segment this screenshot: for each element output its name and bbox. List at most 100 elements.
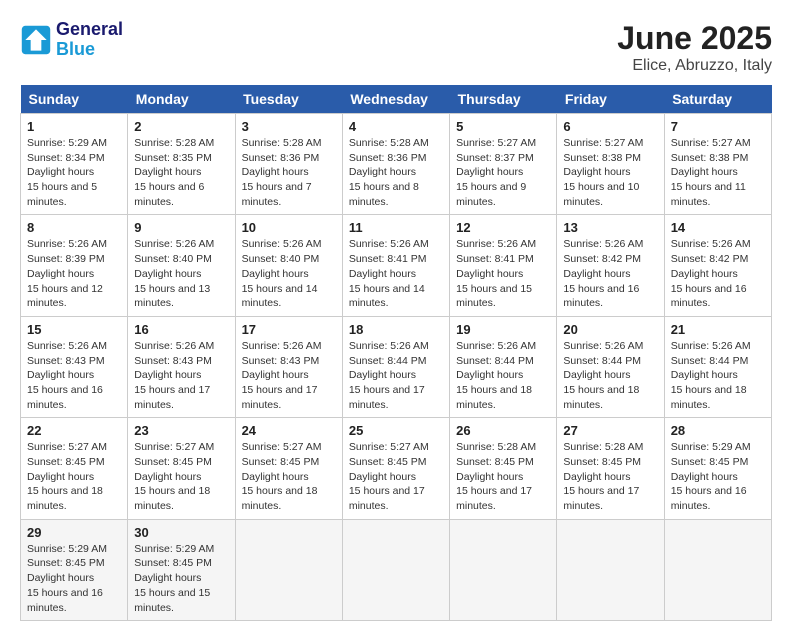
- cell-info: Sunrise: 5:27 AMSunset: 8:45 PMDaylight …: [242, 440, 336, 513]
- day-number: 9: [134, 220, 228, 235]
- day-number: 24: [242, 423, 336, 438]
- day-number: 10: [242, 220, 336, 235]
- calendar-cell: 6 Sunrise: 5:27 AMSunset: 8:38 PMDaylight…: [557, 114, 664, 215]
- cell-info: Sunrise: 5:26 AMSunset: 8:44 PMDaylight …: [456, 339, 550, 412]
- calendar-cell: 15 Sunrise: 5:26 AMSunset: 8:43 PMDayligh…: [21, 316, 128, 417]
- calendar-cell: 26 Sunrise: 5:28 AMSunset: 8:45 PMDayligh…: [450, 418, 557, 519]
- day-number: 3: [242, 119, 336, 134]
- day-number: 2: [134, 119, 228, 134]
- day-number: 13: [563, 220, 657, 235]
- logo-icon: [20, 24, 52, 56]
- col-header-saturday: Saturday: [664, 85, 771, 114]
- day-number: 17: [242, 322, 336, 337]
- cell-info: Sunrise: 5:27 AMSunset: 8:45 PMDaylight …: [349, 440, 443, 513]
- calendar-cell: [557, 519, 664, 620]
- logo: General Blue: [20, 20, 123, 60]
- cell-info: Sunrise: 5:26 AMSunset: 8:39 PMDaylight …: [27, 237, 121, 310]
- day-number: 7: [671, 119, 765, 134]
- day-number: 1: [27, 119, 121, 134]
- cell-info: Sunrise: 5:26 AMSunset: 8:41 PMDaylight …: [456, 237, 550, 310]
- col-header-monday: Monday: [128, 85, 235, 114]
- cell-info: Sunrise: 5:26 AMSunset: 8:40 PMDaylight …: [134, 237, 228, 310]
- day-number: 14: [671, 220, 765, 235]
- day-number: 28: [671, 423, 765, 438]
- calendar-cell: 14 Sunrise: 5:26 AMSunset: 8:42 PMDayligh…: [664, 215, 771, 316]
- calendar-cell: 1 Sunrise: 5:29 AMSunset: 8:34 PMDaylight…: [21, 114, 128, 215]
- calendar-week-5: 29Sunrise: 5:29 AMSunset: 8:45 PMDayligh…: [21, 519, 772, 620]
- cell-info: Sunrise: 5:29 AMSunset: 8:45 PMDaylight …: [134, 542, 228, 615]
- cell-info: Sunrise: 5:28 AMSunset: 8:36 PMDaylight …: [242, 136, 336, 209]
- calendar-cell: 19Sunrise: 5:26 AMSunset: 8:44 PMDayligh…: [450, 316, 557, 417]
- cell-info: Sunrise: 5:26 AMSunset: 8:43 PMDaylight …: [27, 339, 121, 412]
- col-header-thursday: Thursday: [450, 85, 557, 114]
- day-number: 25: [349, 423, 443, 438]
- cell-info: Sunrise: 5:27 AMSunset: 8:45 PMDaylight …: [134, 440, 228, 513]
- calendar-cell: 4 Sunrise: 5:28 AMSunset: 8:36 PMDaylight…: [342, 114, 449, 215]
- col-header-friday: Friday: [557, 85, 664, 114]
- logo-text: General Blue: [56, 20, 123, 60]
- page-header: General Blue June 2025 Elice, Abruzzo, I…: [20, 20, 772, 75]
- calendar-cell: [235, 519, 342, 620]
- col-header-wednesday: Wednesday: [342, 85, 449, 114]
- day-number: 18: [349, 322, 443, 337]
- col-header-tuesday: Tuesday: [235, 85, 342, 114]
- day-number: 30: [134, 525, 228, 540]
- cell-info: Sunrise: 5:26 AMSunset: 8:42 PMDaylight …: [563, 237, 657, 310]
- location: Elice, Abruzzo, Italy: [617, 57, 772, 75]
- day-number: 26: [456, 423, 550, 438]
- cell-info: Sunrise: 5:26 AMSunset: 8:44 PMDaylight …: [349, 339, 443, 412]
- calendar-cell: [664, 519, 771, 620]
- cell-info: Sunrise: 5:26 AMSunset: 8:44 PMDaylight …: [563, 339, 657, 412]
- calendar-week-2: 8 Sunrise: 5:26 AMSunset: 8:39 PMDaylight…: [21, 215, 772, 316]
- calendar-cell: 13 Sunrise: 5:26 AMSunset: 8:42 PMDayligh…: [557, 215, 664, 316]
- calendar-cell: 25 Sunrise: 5:27 AMSunset: 8:45 PMDayligh…: [342, 418, 449, 519]
- calendar-cell: 21Sunrise: 5:26 AMSunset: 8:44 PMDayligh…: [664, 316, 771, 417]
- calendar-cell: 24 Sunrise: 5:27 AMSunset: 8:45 PMDayligh…: [235, 418, 342, 519]
- calendar-cell: 10Sunrise: 5:26 AMSunset: 8:40 PMDayligh…: [235, 215, 342, 316]
- cell-info: Sunrise: 5:26 AMSunset: 8:42 PMDaylight …: [671, 237, 765, 310]
- title-block: June 2025 Elice, Abruzzo, Italy: [617, 20, 772, 75]
- day-number: 6: [563, 119, 657, 134]
- day-number: 8: [27, 220, 121, 235]
- day-number: 4: [349, 119, 443, 134]
- cell-info: Sunrise: 5:28 AMSunset: 8:45 PMDaylight …: [563, 440, 657, 513]
- calendar-cell: 17Sunrise: 5:26 AMSunset: 8:43 PMDayligh…: [235, 316, 342, 417]
- day-number: 5: [456, 119, 550, 134]
- calendar-cell: 3 Sunrise: 5:28 AMSunset: 8:36 PMDaylight…: [235, 114, 342, 215]
- day-number: 21: [671, 322, 765, 337]
- calendar-cell: 20Sunrise: 5:26 AMSunset: 8:44 PMDayligh…: [557, 316, 664, 417]
- cell-info: Sunrise: 5:28 AMSunset: 8:35 PMDaylight …: [134, 136, 228, 209]
- header-row: SundayMondayTuesdayWednesdayThursdayFrid…: [21, 85, 772, 114]
- calendar-week-3: 15 Sunrise: 5:26 AMSunset: 8:43 PMDayligh…: [21, 316, 772, 417]
- calendar-cell: 2 Sunrise: 5:28 AMSunset: 8:35 PMDaylight…: [128, 114, 235, 215]
- cell-info: Sunrise: 5:26 AMSunset: 8:43 PMDaylight …: [134, 339, 228, 412]
- cell-info: Sunrise: 5:27 AMSunset: 8:38 PMDaylight …: [563, 136, 657, 209]
- day-number: 11: [349, 220, 443, 235]
- cell-info: Sunrise: 5:27 AMSunset: 8:38 PMDaylight …: [671, 136, 765, 209]
- day-number: 16: [134, 322, 228, 337]
- day-number: 23: [134, 423, 228, 438]
- calendar-cell: 18 Sunrise: 5:26 AMSunset: 8:44 PMDayligh…: [342, 316, 449, 417]
- cell-info: Sunrise: 5:26 AMSunset: 8:41 PMDaylight …: [349, 237, 443, 310]
- col-header-sunday: Sunday: [21, 85, 128, 114]
- calendar-cell: 27 Sunrise: 5:28 AMSunset: 8:45 PMDayligh…: [557, 418, 664, 519]
- calendar-cell: 7 Sunrise: 5:27 AMSunset: 8:38 PMDaylight…: [664, 114, 771, 215]
- cell-info: Sunrise: 5:29 AMSunset: 8:34 PMDaylight …: [27, 136, 121, 209]
- cell-info: Sunrise: 5:28 AMSunset: 8:45 PMDaylight …: [456, 440, 550, 513]
- cell-info: Sunrise: 5:27 AMSunset: 8:37 PMDaylight …: [456, 136, 550, 209]
- day-number: 15: [27, 322, 121, 337]
- calendar-cell: 28Sunrise: 5:29 AMSunset: 8:45 PMDayligh…: [664, 418, 771, 519]
- calendar-cell: 22Sunrise: 5:27 AMSunset: 8:45 PMDayligh…: [21, 418, 128, 519]
- calendar-cell: 11 Sunrise: 5:26 AMSunset: 8:41 PMDayligh…: [342, 215, 449, 316]
- cell-info: Sunrise: 5:28 AMSunset: 8:36 PMDaylight …: [349, 136, 443, 209]
- calendar-cell: [450, 519, 557, 620]
- calendar-cell: 8 Sunrise: 5:26 AMSunset: 8:39 PMDaylight…: [21, 215, 128, 316]
- calendar-table: SundayMondayTuesdayWednesdayThursdayFrid…: [20, 85, 772, 621]
- calendar-cell: 29Sunrise: 5:29 AMSunset: 8:45 PMDayligh…: [21, 519, 128, 620]
- day-number: 12: [456, 220, 550, 235]
- calendar-week-4: 22 Sunrise: 5:27 AMSunset: 8:45 PMDayligh…: [21, 418, 772, 519]
- day-number: 27: [563, 423, 657, 438]
- cell-info: Sunrise: 5:29 AMSunset: 8:45 PMDaylight …: [27, 542, 121, 615]
- day-number: 22: [27, 423, 121, 438]
- calendar-cell: 12 Sunrise: 5:26 AMSunset: 8:41 PMDayligh…: [450, 215, 557, 316]
